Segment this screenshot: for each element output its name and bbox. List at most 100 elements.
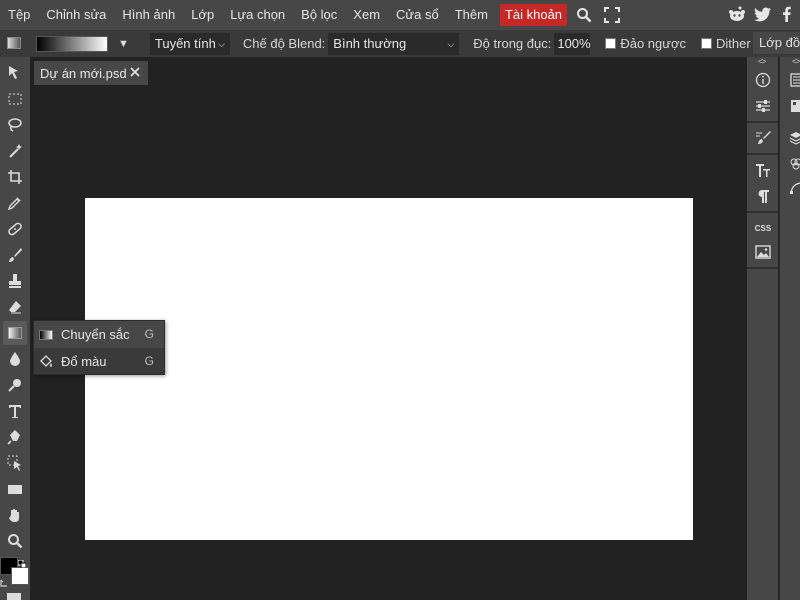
dither-checkbox[interactable]	[701, 38, 712, 49]
gradient-type-select[interactable]: Tuyến tính ⌵	[149, 32, 230, 55]
pen-tool[interactable]	[3, 425, 27, 449]
account-button[interactable]: Tài khoản	[499, 4, 568, 26]
info-panel-button[interactable]	[751, 69, 775, 91]
blend-mode-value: Bình thường	[333, 35, 407, 51]
facebook-icon[interactable]	[780, 6, 792, 25]
zoom-tool[interactable]	[3, 529, 27, 553]
text-tt-icon	[756, 164, 770, 177]
reset-colors-icon[interactable]	[0, 576, 9, 587]
panel-collapse-toggle[interactable]: <>	[758, 57, 766, 67]
opacity-value: 100%	[557, 35, 591, 51]
close-icon[interactable]	[128, 65, 142, 79]
panel-collapse-toggle-secondary[interactable]: <>	[792, 57, 800, 67]
menu-edit[interactable]: Chỉnh sửa	[38, 4, 114, 26]
flyout-item-shortcut: G	[144, 354, 154, 368]
layers-icon[interactable]	[789, 131, 800, 145]
opacity-input[interactable]: 100%	[554, 32, 591, 55]
blur-tool[interactable]	[3, 347, 27, 371]
chevron-down-icon: ⌵	[218, 38, 225, 49]
dither-option[interactable]: Dither	[701, 36, 751, 51]
menu-file[interactable]: Tệp	[0, 4, 38, 26]
tool-options-bar: ▼ Tuyến tính ⌵ Chế độ Blend: Bình thường…	[0, 30, 800, 57]
swap-colors-icon[interactable]	[17, 556, 27, 569]
gradient-tool-flyout: Chuyển sắc G Đổ màu G	[33, 320, 165, 375]
reverse-option[interactable]: Đảo ngược	[605, 36, 686, 51]
document-tab-title: Dự án mới.psd	[40, 65, 127, 81]
gradient-dropdown-arrow[interactable]: ▼	[118, 38, 129, 50]
eyedropper-icon	[7, 197, 21, 211]
stamp-tool[interactable]	[3, 269, 27, 293]
flyout-item-label: Đổ màu	[61, 354, 107, 369]
flyout-item-gradient[interactable]: Chuyển sắc G	[34, 321, 164, 348]
eraser-icon	[9, 301, 21, 314]
healing-tool[interactable]	[3, 217, 27, 241]
dither-label: Dither	[716, 36, 751, 51]
dodge-tool[interactable]	[3, 373, 27, 397]
sliders-icon	[756, 100, 770, 112]
lasso-tool[interactable]	[3, 113, 27, 137]
panel-divider	[747, 267, 778, 269]
gradient-icon	[38, 328, 54, 342]
blend-mode-label: Chế độ Blend:	[242, 36, 326, 51]
image-icon	[755, 245, 771, 259]
gradient-icon	[8, 327, 22, 339]
magic-wand-tool[interactable]	[3, 139, 27, 163]
twitter-icon[interactable]	[754, 6, 772, 25]
history-icon[interactable]	[790, 73, 800, 87]
paragraph-icon	[758, 190, 769, 203]
opacity-label: Độ trong đục:	[473, 36, 552, 51]
character-panel-button[interactable]	[751, 159, 775, 181]
droplet-icon	[10, 352, 20, 366]
document-canvas[interactable]	[85, 198, 693, 540]
menu-select[interactable]: Lựa chọn	[222, 4, 293, 26]
hand-tool[interactable]	[3, 503, 27, 527]
adjustments-panel-button[interactable]	[751, 95, 775, 117]
reverse-checkbox[interactable]	[605, 38, 617, 49]
menu-filter[interactable]: Bộ lọc	[293, 4, 345, 26]
flyout-item-paint-bucket[interactable]: Đổ màu G	[34, 348, 164, 375]
shape-tool[interactable]	[3, 477, 27, 501]
document-tab[interactable]: Dự án mới.psd	[34, 61, 148, 85]
marquee-tool[interactable]	[3, 87, 27, 111]
eraser-tool[interactable]	[3, 295, 27, 319]
fullscreen-icon[interactable]	[601, 4, 623, 26]
css-panel-button[interactable]: CSS	[751, 217, 775, 239]
path-select-tool[interactable]	[3, 451, 27, 475]
menu-more[interactable]: Thêm	[447, 4, 496, 26]
crop-icon	[8, 170, 22, 184]
gradient-type-value: Tuyến tính	[154, 35, 216, 51]
move-tool[interactable]	[3, 61, 27, 85]
layer-button[interactable]: Lớp đồ	[753, 32, 800, 54]
gradient-tool[interactable]	[3, 321, 27, 345]
move-icon	[9, 66, 18, 79]
menu-layer[interactable]: Lớp	[183, 4, 222, 26]
quick-mask-icon[interactable]	[7, 593, 21, 600]
crop-tool[interactable]	[3, 165, 27, 189]
reddit-icon[interactable]	[728, 6, 746, 25]
hand-icon	[9, 509, 19, 522]
channels-icon[interactable]	[789, 157, 800, 171]
info-icon	[755, 72, 771, 88]
bandage-icon	[8, 222, 22, 236]
menu-image[interactable]: Hình ảnh	[114, 4, 183, 26]
tools-panel	[0, 57, 30, 600]
gradient-preview[interactable]	[36, 35, 108, 52]
lasso-icon	[8, 118, 22, 132]
brush-panel-button[interactable]	[751, 127, 775, 149]
paint-bucket-icon	[38, 354, 54, 369]
blend-mode-select[interactable]: Bình thường ⌵	[328, 32, 460, 55]
menu-view[interactable]: Xem	[345, 4, 388, 26]
stamp-icon	[9, 274, 21, 288]
menu-window[interactable]: Cửa sổ	[388, 4, 447, 26]
marquee-icon	[8, 93, 22, 105]
image-panel-button[interactable]	[751, 241, 775, 263]
paths-icon[interactable]	[789, 181, 800, 195]
eyedropper-tool[interactable]	[3, 191, 27, 215]
paragraph-panel-button[interactable]	[751, 185, 775, 207]
reverse-label: Đảo ngược	[620, 36, 686, 51]
swatches-icon[interactable]	[790, 99, 800, 113]
background-color-swatch[interactable]	[11, 567, 29, 585]
brush-tool[interactable]	[3, 243, 27, 267]
text-tool[interactable]	[3, 399, 27, 423]
search-icon[interactable]	[573, 4, 595, 26]
